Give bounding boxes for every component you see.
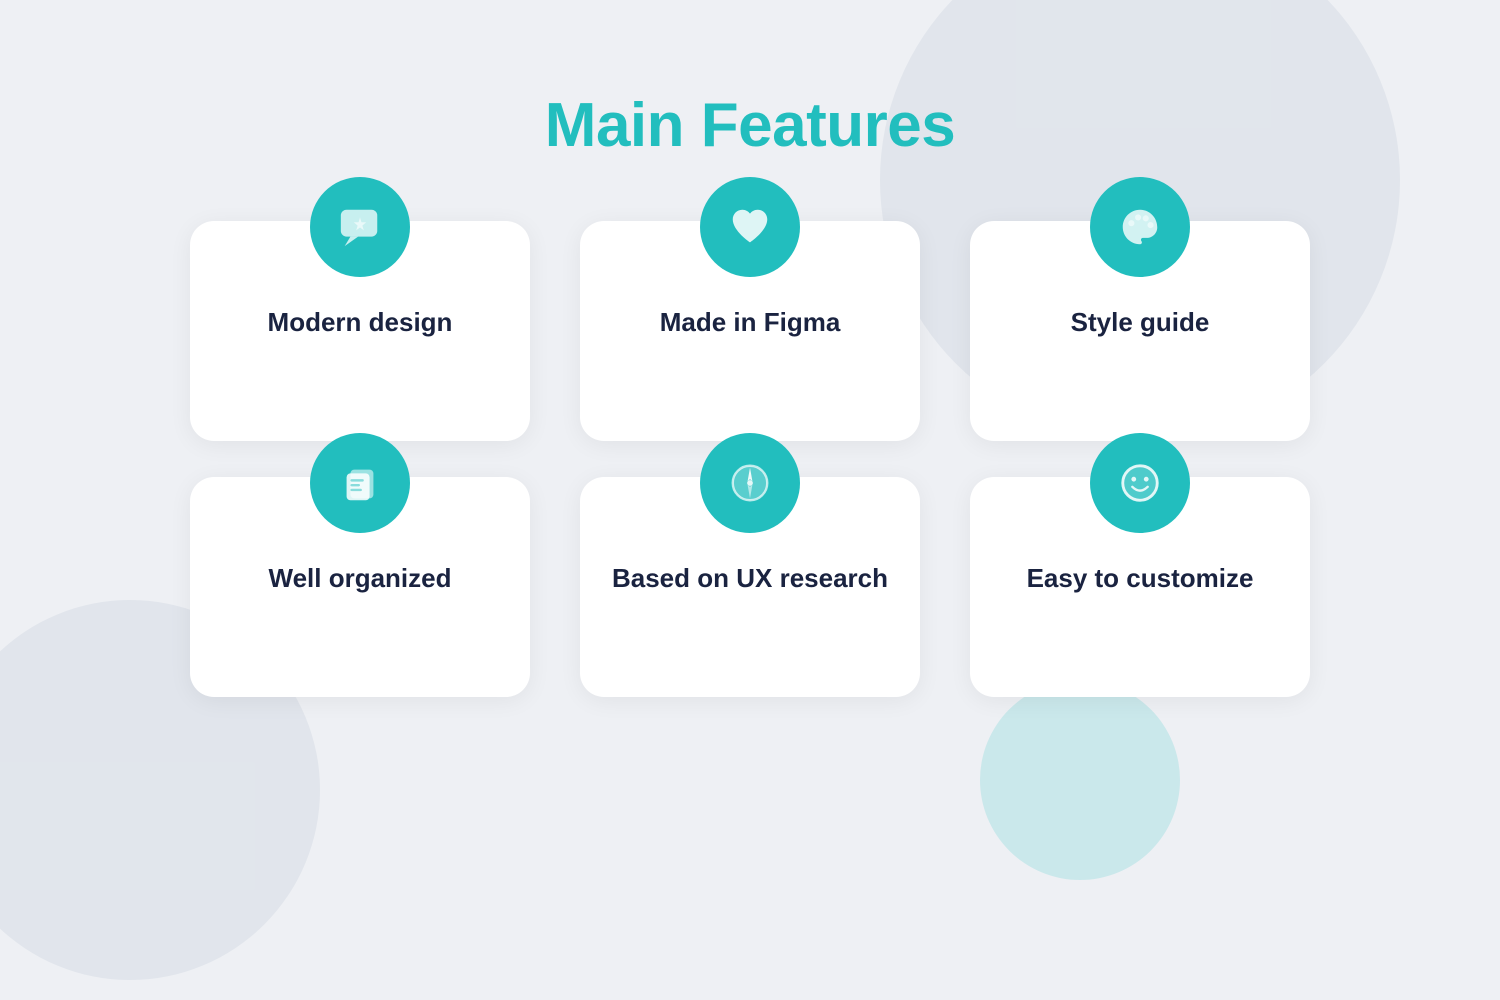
made-in-figma-icon-circle [700,177,800,277]
style-guide-icon-circle [1090,177,1190,277]
documents-icon [337,460,383,506]
easy-customize-icon-circle [1090,433,1190,533]
modern-design-label: Modern design [268,305,453,340]
palette-icon [1117,204,1163,250]
features-grid: Modern design Made in Figma [190,221,1310,697]
ux-research-icon-circle [700,433,800,533]
bg-decoration-3 [980,680,1180,880]
feature-card-well-organized: Well organized [190,477,530,697]
heart-icon [727,204,773,250]
easy-customize-label: Easy to customize [1027,561,1254,596]
well-organized-icon-circle [310,433,410,533]
smiley-icon [1117,460,1163,506]
style-guide-label: Style guide [1071,305,1210,340]
feature-card-ux-research: Based on UX research [580,477,920,697]
feature-card-easy-customize: Easy to customize [970,477,1310,697]
well-organized-label: Well organized [269,561,452,596]
sparkle-chat-icon [337,204,383,250]
feature-card-modern-design: Modern design [190,221,530,441]
feature-card-style-guide: Style guide [970,221,1310,441]
feature-card-made-in-figma: Made in Figma [580,221,920,441]
made-in-figma-label: Made in Figma [660,305,841,340]
page-content: Main Features Modern design [0,0,1500,697]
page-title: Main Features [545,90,955,161]
compass-icon [727,460,773,506]
ux-research-label: Based on UX research [612,561,888,596]
modern-design-icon-circle [310,177,410,277]
